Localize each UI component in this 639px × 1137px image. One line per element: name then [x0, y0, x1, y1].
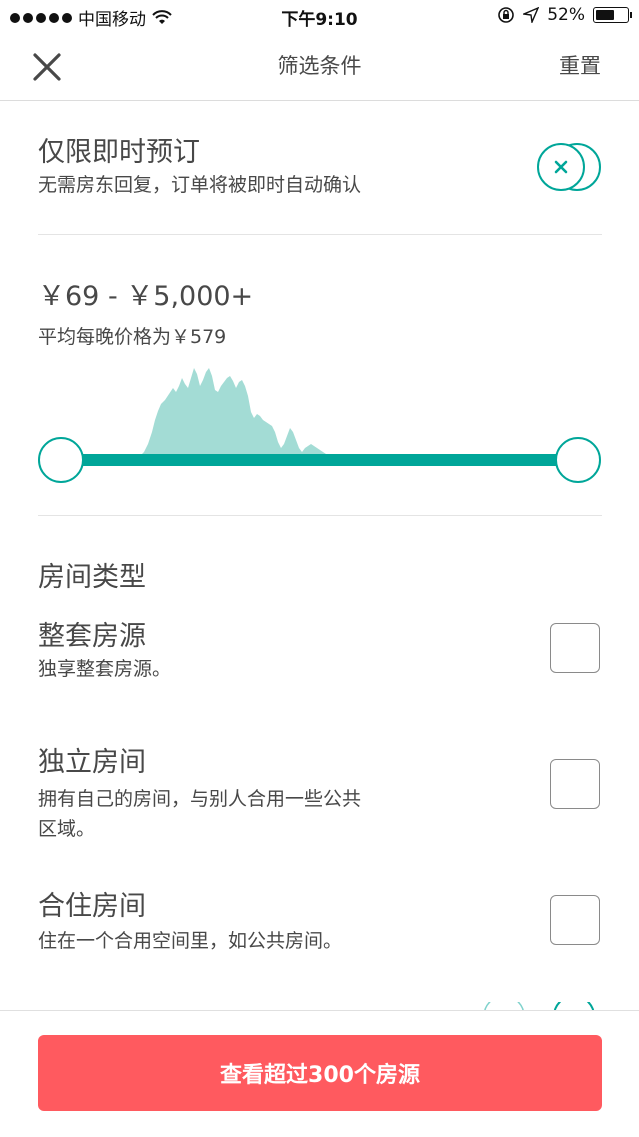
private-room-checkbox[interactable] — [550, 759, 600, 809]
price-range-label: ￥69 - ￥5,000+ — [38, 281, 254, 312]
show-listings-button[interactable]: 查看超过300个房源 — [38, 1035, 602, 1111]
price-max-handle[interactable] — [555, 437, 601, 483]
price-min-handle[interactable] — [38, 437, 84, 483]
room-option-description: 拥有自己的房间，与别人合用一些公共 — [38, 788, 362, 810]
divider — [38, 515, 602, 516]
footer-bar: 查看超过300个房源 — [0, 1010, 639, 1137]
reset-button[interactable]: 重置 — [559, 50, 601, 80]
rotation-lock-icon — [498, 7, 515, 23]
status-right: 52% — [497, 5, 632, 25]
room-option-title: 独立房间 — [38, 747, 146, 778]
status-bar: 中国移动 下午9:10 52% — [0, 0, 639, 32]
divider — [38, 234, 602, 235]
entire-home-checkbox[interactable] — [550, 623, 600, 673]
shared-room-checkbox[interactable] — [550, 895, 600, 945]
price-slider-track[interactable] — [62, 454, 578, 466]
battery-percent: 52% — [547, 5, 585, 25]
room-option-description: 独享整套房源。 — [38, 658, 172, 680]
location-arrow-icon — [523, 7, 540, 23]
average-price-label: 平均每晚价格为￥579 — [38, 326, 227, 348]
page-title: 筛选条件 — [277, 54, 362, 78]
room-type-heading: 房间类型 — [38, 562, 146, 593]
instant-book-description: 无需房东回复，订单将被即时自动确认 — [38, 174, 362, 196]
nav-bar: 筛选条件 重置 — [0, 32, 639, 101]
instant-book-title: 仅限即时预订 — [38, 137, 200, 168]
price-histogram — [140, 368, 330, 456]
room-option-title: 整套房源 — [38, 621, 146, 652]
battery-icon — [593, 7, 632, 23]
room-option-description: 住在一个合用空间里，如公共房间。 — [38, 930, 343, 952]
room-option-title: 合住房间 — [38, 891, 146, 922]
instant-book-toggle[interactable] — [536, 142, 602, 192]
room-option-description: 区域。 — [38, 818, 96, 840]
